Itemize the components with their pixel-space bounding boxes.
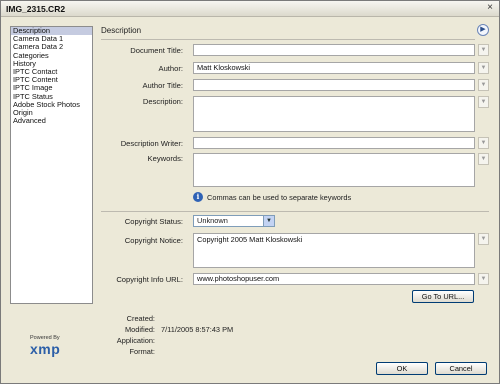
copyright-divider (101, 211, 489, 212)
window-title: IMG_2315.CR2 (6, 4, 66, 14)
close-icon[interactable]: × (484, 3, 496, 14)
description-field[interactable] (193, 96, 475, 132)
copyright-url-field[interactable]: www.photoshopuser.com (193, 273, 475, 285)
author-label: Author: (158, 64, 183, 73)
category-list: Description Camera Data 1 Camera Data 2 … (10, 26, 93, 304)
keywords-label: Keywords: (147, 154, 183, 163)
section-menu-arrow-icon[interactable]: ▶ (477, 24, 489, 36)
format-label: Format: (129, 347, 155, 356)
copyright-status-value: Unknown (197, 216, 228, 225)
created-label: Created: (126, 314, 155, 323)
keywords-dropdown[interactable]: ▼ (478, 153, 489, 165)
xmp-wordmark: xmp (30, 341, 61, 357)
document-title-dropdown[interactable]: ▼ (478, 44, 489, 56)
document-title-label: Document Title: (130, 46, 183, 55)
copyright-status-label: Copyright Status: (124, 217, 183, 226)
xmp-logo: Powered By xmp (19, 335, 69, 359)
section-divider (101, 39, 475, 40)
title-bar: IMG_2315.CR2 × (1, 1, 499, 17)
go-to-url-button[interactable]: Go To URL... (412, 290, 474, 303)
author-title-field[interactable] (193, 79, 475, 91)
description-dropdown[interactable]: ▼ (478, 96, 489, 108)
keywords-field[interactable] (193, 153, 475, 187)
cancel-button[interactable]: Cancel (435, 362, 487, 375)
keywords-hint: Commas can be used to separate keywords (207, 193, 352, 202)
info-icon: i (193, 192, 203, 202)
author-title-label: Author Title: (142, 81, 183, 90)
copyright-notice-dropdown[interactable]: ▼ (478, 233, 489, 245)
author-field[interactable]: Matt Kloskowski (193, 62, 475, 74)
document-title-field[interactable] (193, 44, 475, 56)
ok-button[interactable]: OK (376, 362, 428, 375)
chevron-down-icon[interactable]: ▼ (263, 216, 274, 226)
author-title-dropdown[interactable]: ▼ (478, 79, 489, 91)
copyright-notice-label: Copyright Notice: (124, 236, 183, 245)
description-label: Description: (142, 97, 183, 106)
description-writer-field[interactable] (193, 137, 475, 149)
modified-label: Modified: (125, 325, 155, 334)
section-title: Description (101, 26, 142, 35)
file-info-dialog: IMG_2315.CR2 × Description Camera Data 1… (0, 0, 500, 384)
copyright-url-label: Copyright Info URL: (116, 275, 183, 284)
sidebar-item-advanced[interactable]: Advanced (11, 116, 92, 125)
copyright-url-dropdown[interactable]: ▼ (478, 273, 489, 285)
description-writer-dropdown[interactable]: ▼ (478, 137, 489, 149)
modified-value: 7/11/2005 8:57:43 PM (161, 325, 234, 334)
copyright-status-select[interactable]: Unknown ▼ (193, 215, 275, 227)
author-dropdown[interactable]: ▼ (478, 62, 489, 74)
copyright-notice-field[interactable]: Copyright 2005 Matt Kloskowski (193, 233, 475, 268)
description-writer-label: Description Writer: (120, 139, 183, 148)
application-label: Application: (116, 336, 155, 345)
